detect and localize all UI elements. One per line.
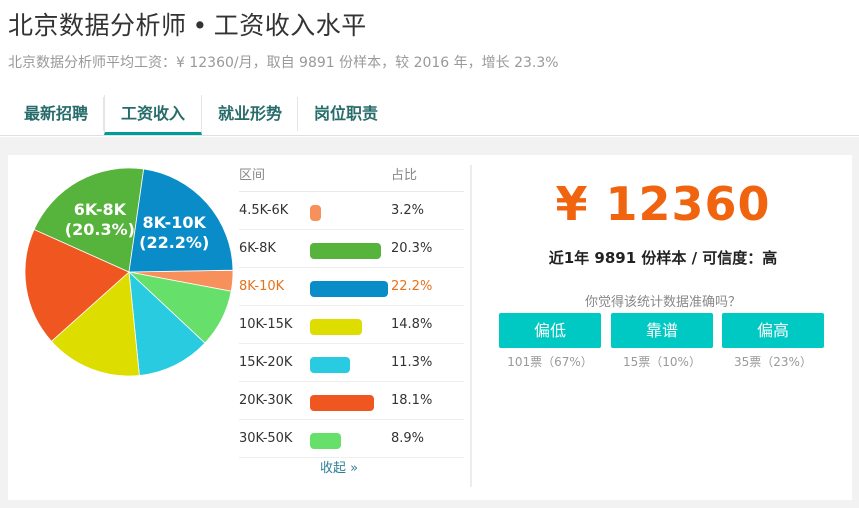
title-city-role: 北京数据分析师 [8,11,187,40]
tab-latest-jobs[interactable]: 最新招聘 [8,95,105,135]
table-row: 15K-20K 11.3% [239,344,464,382]
content-area: 6K-8K (20.3%) 8K-10K (22.2%) 区间 占比 4.5K-6K 3… [0,137,859,508]
vote-high-count: 35票（23%） [734,355,812,369]
table-body: 4.5K-6K 3.2% 6K-8K 20.3% 8K-10K 22.2% 10K-15K 1… [239,192,464,458]
vote-high-button[interactable]: 偏高 [722,313,824,348]
page-header: 北京数据分析师 • 工资收入水平 北京数据分析师平均工资：¥ 12360/月，取自 … [0,0,859,136]
ratio-bar [310,433,342,449]
table-row: 30K-50K 8.9% [239,420,464,458]
range-label: 4.5K-6K [239,203,289,218]
table-row: 10K-15K 14.8% [239,306,464,344]
title-topic: 工资收入水平 [213,11,367,40]
column-header-ratio: 占比 [391,168,418,183]
page-title: 北京数据分析师 • 工资收入水平 [8,6,367,42]
vote-accurate-count: 15票（10%） [623,355,701,369]
ratio-bar [310,357,350,373]
summary-section: ¥ 12360 近1年 9891 份样本 / 可信度：高 你觉得该统计数据准确吗… [474,155,852,500]
ratio-value: 22.2% [391,279,433,294]
table-row: 20K-30K 18.1% [239,382,464,420]
average-salary: ¥ 12360 [555,177,771,231]
pie-slice-label-pct: (20.3%) [65,220,135,239]
vote-low-button[interactable]: 偏低 [499,313,601,348]
ratio-value: 3.2% [391,203,425,218]
accuracy-question: 你觉得该统计数据准确吗？ [584,295,741,310]
sample-info: 近1年 9891 份样本 / 可信度：高 [548,249,778,267]
vote-accurate-button[interactable]: 靠谱 [611,313,713,348]
ratio-value: 8.9% [391,431,425,446]
ratio-value: 20.3% [391,241,433,256]
ratio-value: 18.1% [391,393,433,408]
vote-low-count: 101票（67%） [507,355,593,369]
range-label: 30K-50K [239,431,293,446]
ratio-value: 14.8% [391,317,433,332]
page-subtitle: 北京数据分析师平均工资：¥ 12360/月，取自 9891 份样本，较 2016… [8,55,559,71]
table-row: 4.5K-6K 3.2% [239,192,464,230]
ratio-bar [310,319,362,335]
range-label: 8K-10K [239,279,285,294]
range-label: 15K-20K [239,355,293,370]
pie-slice-label-pct: (22.2%) [139,233,209,252]
table-row: 6K-8K 20.3% [239,230,464,268]
ratio-bar [310,395,374,411]
collapse-link[interactable]: 收起 » [239,457,439,476]
tab-employment-trend[interactable]: 就业形势 [202,95,299,135]
salary-panel: 6K-8K (20.3%) 8K-10K (22.2%) 区间 占比 4.5K-6K 3… [8,155,852,500]
ratio-bar [310,243,382,259]
tab-job-duties[interactable]: 岗位职责 [298,95,394,135]
title-dot: • [192,11,208,40]
tab-salary[interactable]: 工资收入 [104,95,203,135]
table-row: 8K-10K 22.2% [239,268,464,306]
range-label: 10K-15K [239,317,293,332]
tab-bar: 最新招聘 工资收入 就业形势 岗位职责 [8,95,394,137]
header-divider [0,135,859,136]
table-header: 区间 占比 [239,155,464,192]
ratio-bar [310,205,322,221]
salary-range-table: 区间 占比 4.5K-6K 3.2% 6K-8K 20.3% 8K-10K 22.2% 10… [239,155,464,476]
range-label: 6K-8K [239,241,276,256]
column-header-range: 区间 [239,168,266,183]
ratio-value: 11.3% [391,355,433,370]
pie-slice-label-name: 6K-8K [74,200,127,219]
pie-slice-label-name: 8K-10K [142,213,206,232]
ratio-bar [310,281,388,297]
range-label: 20K-30K [239,393,293,408]
salary-pie-chart: 6K-8K(20.3%) 8K-10K(22.2%) [24,167,234,377]
vertical-divider [470,165,472,487]
